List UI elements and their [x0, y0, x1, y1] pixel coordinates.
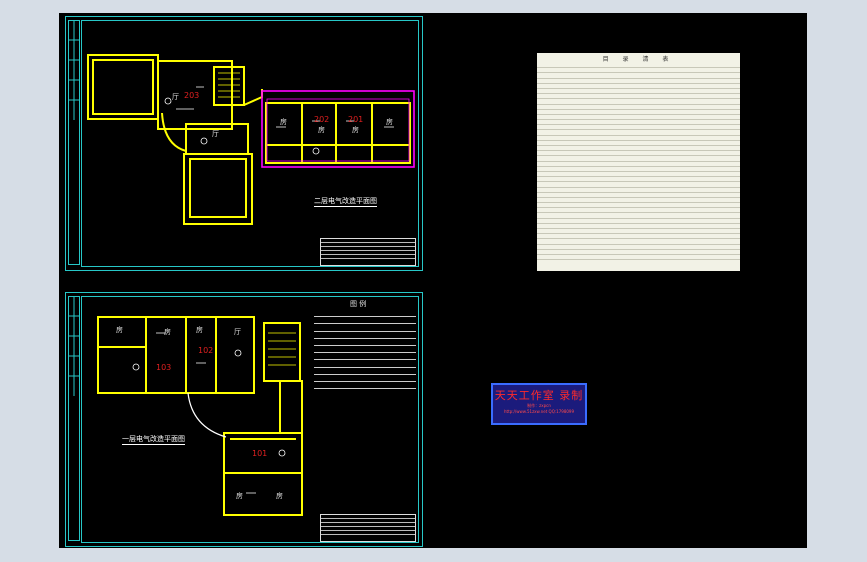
room-label: 房 [280, 118, 287, 126]
room-label: 房 [386, 118, 393, 126]
top-drawing-sheet[interactable]: 203 202 201 厅 厅 房 房 房 房 二层电气改造平面图 [65, 16, 423, 271]
first-floor-plan-title: 一层电气改造平面图 [122, 435, 185, 445]
second-floor-plan[interactable] [66, 17, 422, 270]
room-label: 房 [196, 326, 203, 334]
legend-table [314, 310, 416, 390]
drawing-list-title: 目 录 清 表 [602, 56, 675, 63]
room-label: 房 [116, 326, 123, 334]
room-number-103: 103 [156, 363, 172, 372]
drawing-list-row [537, 255, 740, 261]
second-floor-plan-title: 二层电气改造平面图 [314, 197, 377, 207]
drawing-canvas[interactable]: 203 202 201 厅 厅 房 房 房 房 二层电气改造平面图 103 10… [59, 13, 807, 548]
room-label: 厅 [234, 328, 241, 336]
room-label: 房 [352, 126, 359, 134]
watermark-badge: 天天工作室 录制 制作：zxpcn http://www.51zxw.net Q… [491, 383, 587, 425]
watermark-line2: http://www.51zxw.net QQ:1798099 [504, 409, 574, 414]
room-label: 厅 [172, 93, 179, 101]
room-label: 房 [164, 328, 171, 336]
watermark-title: 天天工作室 录制 [494, 389, 584, 402]
room-label: 房 [276, 492, 283, 500]
drawing-list-sheet[interactable]: 目 录 清 表 [537, 53, 740, 271]
room-number-203: 203 [184, 91, 200, 100]
room-label: 房 [236, 492, 243, 500]
room-label: 房 [318, 126, 325, 134]
room-number-202: 202 [314, 115, 330, 124]
room-number-102: 102 [198, 346, 214, 355]
drawing-list-table [537, 63, 740, 261]
room-number-201: 201 [348, 115, 364, 124]
room-label: 厅 [212, 130, 219, 138]
bottom-title-block [320, 514, 416, 542]
top-title-block [320, 238, 416, 266]
bottom-drawing-sheet[interactable]: 103 102 101 房 房 房 厅 房 房 一层电气改造平面图 图 例 [65, 292, 423, 547]
legend-title: 图 例 [350, 300, 367, 308]
room-number-101: 101 [252, 449, 268, 458]
